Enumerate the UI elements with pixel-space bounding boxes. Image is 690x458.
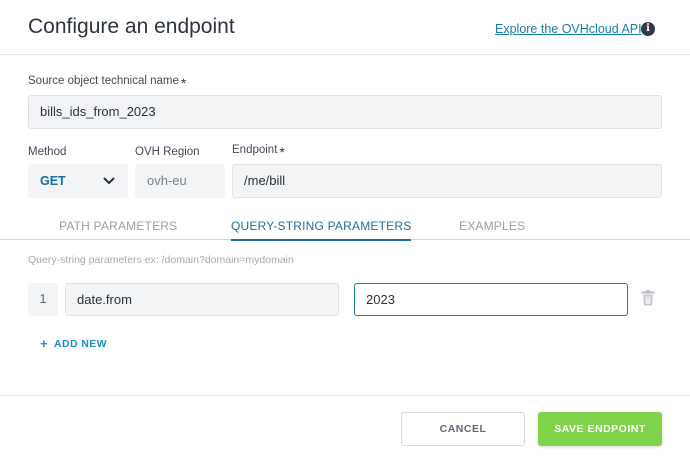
info-icon[interactable]: i <box>641 22 655 36</box>
endpoint-label: Endpoint * <box>232 144 285 160</box>
method-label: Method <box>28 146 67 158</box>
required-mark: * <box>279 144 285 160</box>
dialog-header: Configure an endpoint Explore the OVHclo… <box>0 0 690 55</box>
region-input: ovh-eu <box>135 164 225 198</box>
source-name-input[interactable]: bills_ids_from_2023 <box>28 95 662 129</box>
cancel-button[interactable]: CANCEL <box>401 412 525 446</box>
method-value: GET <box>40 174 66 188</box>
parameter-tabs: PATH PARAMETERS QUERY-STRING PARAMETERS … <box>0 210 690 241</box>
dialog-footer: CANCEL SAVE ENDPOINT <box>0 395 690 458</box>
save-endpoint-button[interactable]: SAVE ENDPOINT <box>538 412 662 446</box>
tab-query-string-parameters[interactable]: QUERY-STRING PARAMETERS <box>231 219 412 241</box>
method-select[interactable]: GET <box>28 164 128 198</box>
tab-examples[interactable]: EXAMPLES <box>459 219 525 233</box>
param-key-input[interactable]: date.from <box>65 283 339 316</box>
region-label: OVH Region <box>135 146 200 158</box>
explore-api-link[interactable]: Explore the OVHcloud API <box>495 22 642 36</box>
source-name-label-text: Source object technical name <box>28 75 179 87</box>
trash-icon[interactable] <box>641 290 655 306</box>
endpoint-input[interactable]: /me/bill <box>232 164 662 198</box>
param-value-input[interactable]: 2023 <box>354 283 628 316</box>
page-title: Configure an endpoint <box>28 15 235 38</box>
endpoint-label-text: Endpoint <box>232 144 278 156</box>
add-new-button[interactable]: + ADD NEW <box>40 336 107 351</box>
add-new-label: ADD NEW <box>54 338 107 350</box>
source-name-label: Source object technical name * <box>28 75 186 91</box>
required-mark: * <box>180 75 187 91</box>
row-index: 1 <box>28 283 58 316</box>
plus-icon: + <box>40 336 48 351</box>
query-hint: Query-string parameters ex: /domain?doma… <box>28 254 294 266</box>
chevron-down-icon <box>103 177 115 184</box>
tab-path-parameters[interactable]: PATH PARAMETERS <box>59 219 177 233</box>
